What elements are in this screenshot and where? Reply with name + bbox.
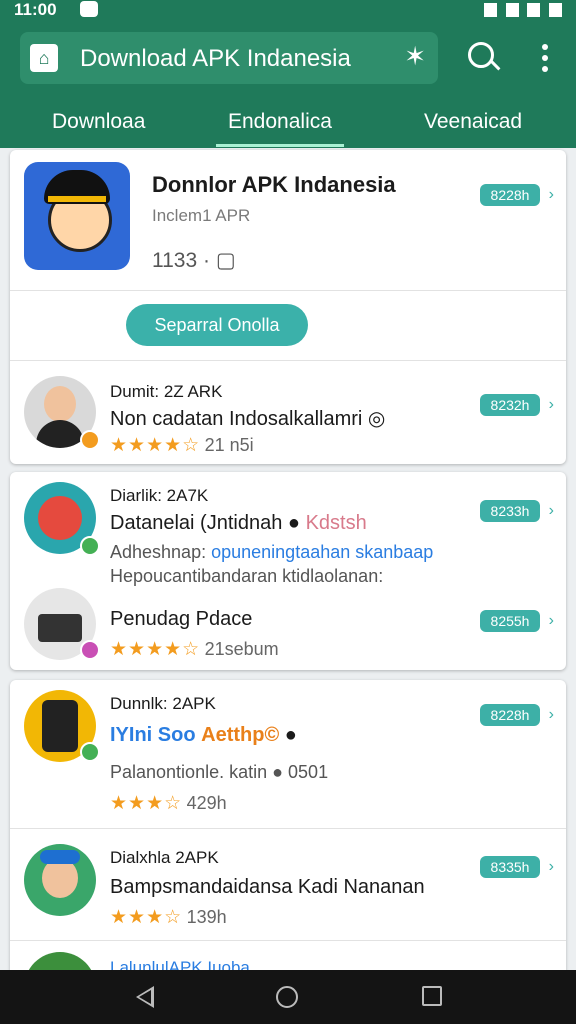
size-pill[interactable]: 8228h › xyxy=(480,184,554,206)
list-item-title: Dumit: 2Z ARK xyxy=(110,382,223,401)
home-icon[interactable] xyxy=(276,986,298,1008)
pill-text: 8335h xyxy=(490,859,530,875)
emoji-icon: ● xyxy=(272,762,284,782)
download-file-icon: ▢ xyxy=(215,249,236,272)
size-pill[interactable]: 8233h › xyxy=(480,500,554,522)
featured-subtitle: Inclem1 APR xyxy=(152,206,251,225)
divider xyxy=(10,360,566,361)
list-item-title: Diarlik: 2A7K xyxy=(110,486,209,505)
rating-row: ★★★★☆ 21sebum xyxy=(110,638,279,661)
size-pill[interactable]: 8335h › xyxy=(480,856,554,878)
app-logo-icon: ⌂ xyxy=(30,44,58,72)
pill-text: 8228h xyxy=(490,707,530,723)
avatar[interactable] xyxy=(24,844,96,916)
search-icon[interactable] xyxy=(468,42,494,68)
list-item-title: Penudag Pdace xyxy=(110,608,253,630)
app-bar: ⌂ Download APK Indanesia ✶ xyxy=(0,22,576,96)
rating-stars: ★★★☆ xyxy=(110,793,183,814)
badge-icon xyxy=(80,742,100,762)
pill-arrow-icon: › xyxy=(548,186,554,203)
list-item-desc: Non cadatan Indosalkallamri ◎ xyxy=(110,408,386,430)
list-item-detail: Hepoucantibandaran ktidlaolanan: xyxy=(110,566,384,586)
tab-viewed[interactable]: Veenaicad xyxy=(424,110,522,134)
rating-stars: ★★★★☆ xyxy=(110,639,201,660)
status-bar: 11:00 xyxy=(0,0,576,22)
badge-icon xyxy=(80,640,100,660)
list-item-desc-text: IYIni Soo xyxy=(110,724,196,746)
wifi-icon xyxy=(505,3,519,17)
app-title: Download APK Indanesia xyxy=(80,45,351,72)
featured-meta: 1133 · ▢ xyxy=(152,248,236,273)
size-pill[interactable]: 8232h › xyxy=(480,394,554,416)
info-icon: ● xyxy=(284,724,297,746)
featured-title: Donnlor APK Indanesia xyxy=(152,172,396,197)
tab-indonesia[interactable]: Endonalica xyxy=(216,110,344,147)
list-item-detail-text: Adheshnap: xyxy=(110,542,207,562)
rating-stars: ★★★☆ xyxy=(110,907,183,928)
rating-row: ★★★☆ 139h xyxy=(110,906,227,929)
divider xyxy=(10,828,566,829)
list-card: Diarlik: 2A7K Datanelai (Jntidnah ● Kdst… xyxy=(10,472,566,670)
pill-text: 8228h xyxy=(490,187,530,203)
bluetooth-icon xyxy=(483,3,497,17)
list-item-tag: Kdstsh xyxy=(305,512,367,534)
list-item-title: Dunnlk: 2APK xyxy=(110,694,216,713)
signal-icon xyxy=(527,3,541,17)
divider xyxy=(10,940,566,941)
tab-downloads[interactable]: Downloaa xyxy=(52,110,145,134)
rating-count: 139h xyxy=(186,907,227,927)
list-item-title: Dialxhla 2APK xyxy=(110,848,219,867)
featured-card: Donnlor APK Indanesia Inclem1 APR 1133 ·… xyxy=(10,150,566,464)
pill-text: 8232h xyxy=(490,397,530,413)
recents-icon[interactable] xyxy=(422,986,442,1006)
more-vert-icon[interactable] xyxy=(540,44,550,74)
divider xyxy=(10,290,566,291)
battery-icon xyxy=(549,3,562,17)
emoji-icon: ● xyxy=(287,512,300,534)
rating-row: ★★★☆ 429h xyxy=(110,792,227,815)
list-item-detail: Palanontionle. katin ● 0501 xyxy=(110,762,328,783)
badge-icon xyxy=(80,536,100,556)
list-item-desc-text: Datanelai (Jntidnah xyxy=(110,512,283,534)
pill-text: 8255h xyxy=(490,613,530,629)
rating-count: 21 n5i xyxy=(204,435,254,455)
size-pill[interactable]: 8255h › xyxy=(480,610,554,632)
cta-button[interactable]: Separral Onolla xyxy=(126,304,308,346)
size-pill[interactable]: 8228h › xyxy=(480,704,554,726)
list-item-detail-code: 0501 xyxy=(288,762,329,782)
status-icons xyxy=(480,2,562,22)
badge-icon xyxy=(80,430,100,450)
list-item-desc: IYIni Soo Aetthp© ● xyxy=(110,724,297,747)
tab-bar: Downloaa Endonalica Veenaicad xyxy=(0,96,576,148)
back-icon[interactable] xyxy=(136,986,154,1008)
pill-arrow-icon: › xyxy=(548,858,554,875)
list-item-detail-text: Palanontionle. katin xyxy=(110,762,268,782)
list-item-detail: Adheshnap: opuneningtaahan skanbaap xyxy=(110,542,433,563)
status-time: 11:00 xyxy=(14,0,57,19)
pill-arrow-icon: › xyxy=(548,612,554,629)
list-item-desc: Bampsmandaidansa Kadi Nananan xyxy=(110,876,425,898)
rating-row: ★★★★☆ 21 n5i xyxy=(110,434,254,457)
list-item-tag: Aetthp© xyxy=(201,724,280,746)
pill-arrow-icon: › xyxy=(548,396,554,413)
sparkle-icon[interactable]: ✶ xyxy=(404,41,426,72)
list-item-detail-link[interactable]: opuneningtaahan skanbaap xyxy=(211,542,433,562)
featured-meta-text: 1133 · xyxy=(152,249,210,272)
pill-arrow-icon: › xyxy=(548,502,554,519)
notification-icon xyxy=(80,1,98,17)
app-search-box[interactable]: ⌂ Download APK Indanesia ✶ xyxy=(20,32,438,84)
pill-text: 8233h xyxy=(490,503,530,519)
rating-count: 429h xyxy=(186,793,227,813)
list-card: Dunnlk: 2APK IYIni Soo Aetthp© ● Palanon… xyxy=(10,680,566,1024)
app-icon[interactable] xyxy=(24,162,130,270)
rating-stars: ★★★★☆ xyxy=(110,435,201,456)
list-item-desc: Datanelai (Jntidnah ● Kdstsh xyxy=(110,512,367,535)
pill-arrow-icon: › xyxy=(548,706,554,723)
rating-count: 21sebum xyxy=(204,639,279,659)
system-nav-bar xyxy=(0,970,576,1024)
